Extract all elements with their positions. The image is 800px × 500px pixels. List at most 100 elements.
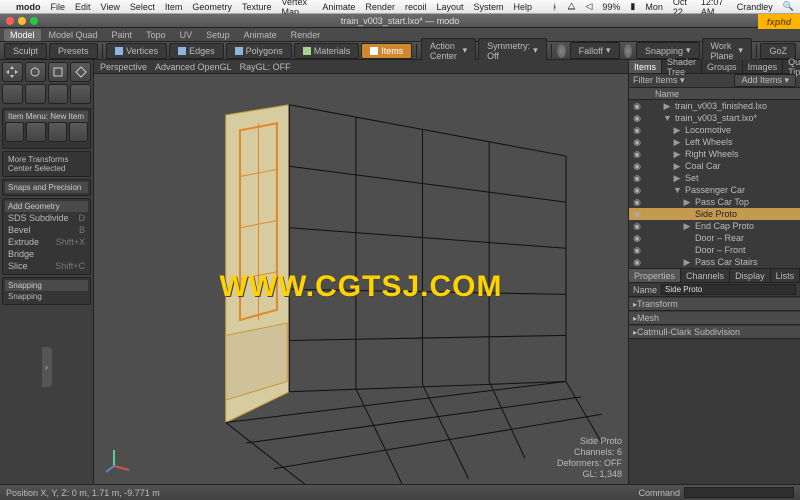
tab-groups[interactable]: Groups bbox=[702, 60, 743, 73]
new-item-1[interactable] bbox=[5, 122, 24, 142]
layout-tab-render[interactable]: Render bbox=[285, 29, 327, 41]
visibility-icon[interactable]: ◉ bbox=[633, 221, 641, 232]
polygons-mode[interactable]: Polygons bbox=[226, 43, 292, 59]
item-tree[interactable]: Name ◉▶train_v003_finished.lxo◉▼train_v0… bbox=[629, 88, 800, 268]
menu-item[interactable]: Item bbox=[165, 2, 183, 12]
accordion-transform[interactable]: ▸ Transform bbox=[629, 298, 800, 311]
new-item-4[interactable] bbox=[69, 122, 88, 142]
menu-geometry[interactable]: Geometry bbox=[192, 2, 232, 12]
falloff-knob[interactable] bbox=[557, 44, 565, 58]
tree-row[interactable]: ◉Door – Front bbox=[629, 244, 800, 256]
menu-file[interactable]: File bbox=[51, 2, 66, 12]
wifi-icon[interactable]: ⧋ bbox=[567, 1, 575, 12]
tree-row[interactable]: ◉▶Pass Car Top bbox=[629, 196, 800, 208]
visibility-icon[interactable]: ◉ bbox=[633, 233, 641, 244]
tab-quick-tips[interactable]: Quick Tips bbox=[783, 60, 800, 73]
viewport[interactable]: Perspective Advanced OpenGL RayGL: OFF bbox=[94, 60, 628, 484]
tab-items[interactable]: Items bbox=[629, 60, 662, 73]
visibility-icon[interactable]: ◉ bbox=[633, 185, 641, 196]
volume-icon[interactable]: ◁ bbox=[585, 1, 592, 12]
tree-row[interactable]: ◉▶Pass Car Stairs bbox=[629, 256, 800, 268]
menu-render[interactable]: Render bbox=[365, 2, 395, 12]
props-tab-lists[interactable]: Lists bbox=[771, 269, 800, 282]
visibility-icon[interactable]: ◉ bbox=[633, 209, 641, 220]
tree-row[interactable]: ◉▶Coal Car bbox=[629, 160, 800, 172]
name-field[interactable] bbox=[661, 284, 796, 295]
expand-icon[interactable]: ▶ bbox=[673, 161, 681, 172]
spotlight-icon[interactable]: 🔍 bbox=[783, 1, 794, 12]
menu-view[interactable]: View bbox=[101, 2, 120, 12]
bluetooth-icon[interactable]: ᚼ bbox=[552, 2, 557, 12]
layout-tab-paint[interactable]: Paint bbox=[106, 29, 139, 41]
tab-shader-tree[interactable]: Shader Tree bbox=[662, 60, 702, 73]
menu-system[interactable]: System bbox=[474, 2, 504, 12]
layout-tab-topo[interactable]: Topo bbox=[140, 29, 172, 41]
layout-tab-model[interactable]: Model bbox=[4, 29, 41, 41]
visibility-icon[interactable]: ◉ bbox=[633, 125, 641, 136]
presets-button[interactable]: Presets bbox=[49, 43, 98, 59]
props-tab-channels[interactable]: Channels bbox=[681, 269, 730, 282]
filter-items-dropdown[interactable]: Filter Items ▾ bbox=[633, 75, 685, 86]
visibility-icon[interactable]: ◉ bbox=[633, 245, 641, 256]
snapping-knob[interactable] bbox=[624, 44, 632, 58]
visibility-icon[interactable]: ◉ bbox=[633, 161, 641, 172]
expand-icon[interactable]: ▶ bbox=[663, 101, 671, 112]
expand-icon[interactable]: ▶ bbox=[683, 257, 691, 268]
menu-recoil[interactable]: recoil bbox=[405, 2, 427, 12]
tree-row[interactable]: ◉▼Passenger Car bbox=[629, 184, 800, 196]
tab-images[interactable]: Images bbox=[743, 60, 784, 73]
menu-animate[interactable]: Animate bbox=[322, 2, 355, 12]
visibility-icon[interactable]: ◉ bbox=[633, 257, 641, 268]
materials-mode[interactable]: Materials bbox=[294, 43, 360, 59]
props-tab-properties[interactable]: Properties bbox=[629, 269, 681, 282]
tool-rotate[interactable] bbox=[25, 62, 46, 82]
tool-7[interactable] bbox=[48, 84, 69, 104]
visibility-icon[interactable]: ◉ bbox=[633, 173, 641, 184]
tool-transform[interactable] bbox=[70, 62, 91, 82]
user-name[interactable]: Crandley bbox=[737, 2, 773, 12]
tool-8[interactable] bbox=[70, 84, 91, 104]
menu-texture[interactable]: Texture bbox=[242, 2, 272, 12]
menu-select[interactable]: Select bbox=[130, 2, 155, 12]
op-bevel[interactable]: BevelB bbox=[5, 224, 88, 236]
tree-row[interactable]: ◉▶End Cap Proto bbox=[629, 220, 800, 232]
items-mode[interactable]: Items bbox=[361, 43, 412, 59]
battery-icon[interactable]: ▮ bbox=[630, 1, 635, 12]
layout-tab-uv[interactable]: UV bbox=[174, 29, 199, 41]
tool-6[interactable] bbox=[25, 84, 46, 104]
op-slice[interactable]: SliceShift+C bbox=[5, 260, 88, 272]
visibility-icon[interactable]: ◉ bbox=[633, 101, 641, 112]
expand-icon[interactable]: ▼ bbox=[663, 113, 671, 123]
tree-row[interactable]: ◉●Side Proto bbox=[629, 208, 800, 220]
add-items-button[interactable]: Add Items ▾ bbox=[734, 74, 796, 87]
edit-dot-icon[interactable]: ● bbox=[643, 209, 651, 219]
expand-icon[interactable]: ▶ bbox=[673, 173, 681, 184]
visibility-icon[interactable]: ◉ bbox=[633, 197, 641, 208]
op-sds[interactable]: SDS SubdivideD bbox=[5, 212, 88, 224]
more-transforms[interactable]: More Transforms Center Selected bbox=[5, 154, 88, 174]
visibility-icon[interactable]: ◉ bbox=[633, 113, 641, 124]
app-name[interactable]: modo bbox=[16, 2, 41, 12]
accordion-subdiv[interactable]: ▸ Catmull-Clark Subdivision bbox=[629, 326, 800, 339]
menu-layout[interactable]: Layout bbox=[436, 2, 463, 12]
viewport-canvas[interactable]: Side Proto Channels: 6 Deformers: OFF GL… bbox=[94, 74, 628, 484]
expand-icon[interactable]: ▶ bbox=[683, 197, 691, 208]
sculpt-button[interactable]: Sculpt bbox=[4, 43, 47, 59]
props-tab-display[interactable]: Display bbox=[730, 269, 771, 282]
tree-row[interactable]: ◉▶Locomotive bbox=[629, 124, 800, 136]
tree-row[interactable]: ◉▶Set bbox=[629, 172, 800, 184]
layout-tab-setup[interactable]: Setup bbox=[200, 29, 236, 41]
accordion-mesh[interactable]: ▸ Mesh bbox=[629, 312, 800, 325]
op-extrude[interactable]: ExtrudeShift+X bbox=[5, 236, 88, 248]
snapping-toggle[interactable]: Snapping bbox=[5, 291, 88, 302]
viewport-tab-ogl[interactable]: Advanced OpenGL bbox=[155, 62, 232, 72]
menu-help[interactable]: Help bbox=[514, 2, 533, 12]
vertices-mode[interactable]: Vertices bbox=[106, 43, 167, 59]
add-geometry-header[interactable]: Add Geometry bbox=[5, 201, 88, 212]
tool-5[interactable] bbox=[2, 84, 23, 104]
viewport-tab-perspective[interactable]: Perspective bbox=[100, 62, 147, 72]
falloff-dropdown[interactable]: Falloff ▾ bbox=[570, 42, 620, 59]
expand-icon[interactable]: ▶ bbox=[673, 149, 681, 160]
new-item-3[interactable] bbox=[48, 122, 67, 142]
expand-icon[interactable]: ▶ bbox=[673, 125, 681, 136]
